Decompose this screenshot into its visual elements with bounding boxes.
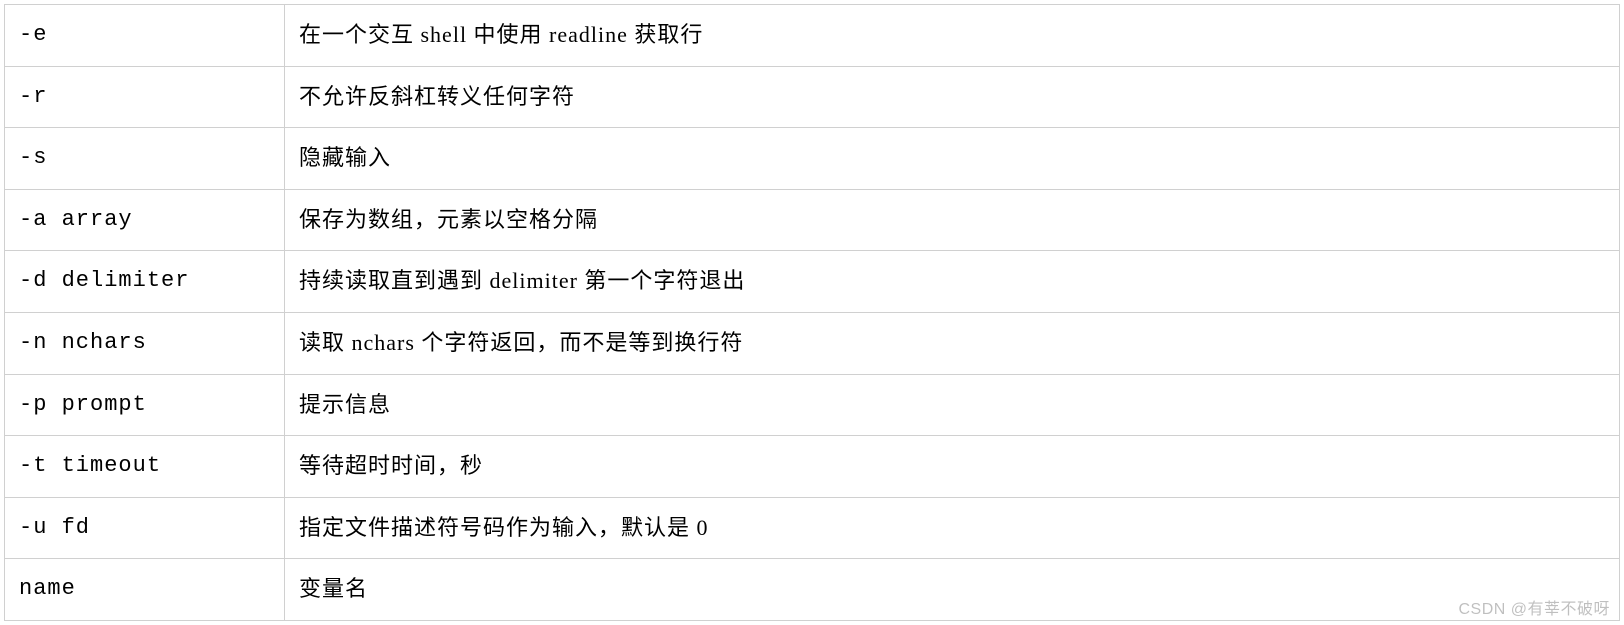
option-cell: -d delimiter (5, 251, 285, 313)
description-cell: 指定文件描述符号码作为输入，默认是 0 (285, 497, 1620, 559)
description-cell: 提示信息 (285, 374, 1620, 436)
options-table-body: -e 在一个交互 shell 中使用 readline 获取行 -r 不允许反斜… (5, 5, 1620, 621)
description-cell: 在一个交互 shell 中使用 readline 获取行 (285, 5, 1620, 67)
description-cell: 保存为数组，元素以空格分隔 (285, 189, 1620, 251)
table-row: name 变量名 (5, 559, 1620, 621)
description-cell: 不允许反斜杠转义任何字符 (285, 66, 1620, 128)
option-cell: -s (5, 128, 285, 190)
options-table: -e 在一个交互 shell 中使用 readline 获取行 -r 不允许反斜… (4, 4, 1620, 621)
option-cell: name (5, 559, 285, 621)
description-cell: 读取 nchars 个字符返回，而不是等到换行符 (285, 312, 1620, 374)
option-cell: -e (5, 5, 285, 67)
option-cell: -r (5, 66, 285, 128)
table-row: -n nchars 读取 nchars 个字符返回，而不是等到换行符 (5, 312, 1620, 374)
option-cell: -u fd (5, 497, 285, 559)
table-row: -t timeout 等待超时时间，秒 (5, 436, 1620, 498)
table-row: -d delimiter 持续读取直到遇到 delimiter 第一个字符退出 (5, 251, 1620, 313)
option-cell: -p prompt (5, 374, 285, 436)
description-cell: 隐藏输入 (285, 128, 1620, 190)
description-cell: 变量名 (285, 559, 1620, 621)
table-row: -r 不允许反斜杠转义任何字符 (5, 66, 1620, 128)
option-cell: -t timeout (5, 436, 285, 498)
table-row: -e 在一个交互 shell 中使用 readline 获取行 (5, 5, 1620, 67)
description-cell: 持续读取直到遇到 delimiter 第一个字符退出 (285, 251, 1620, 313)
watermark: CSDN @有莘不破呀 (1458, 595, 1610, 619)
table-row: -p prompt 提示信息 (5, 374, 1620, 436)
description-cell: 等待超时时间，秒 (285, 436, 1620, 498)
table-row: -s 隐藏输入 (5, 128, 1620, 190)
option-cell: -n nchars (5, 312, 285, 374)
option-cell: -a array (5, 189, 285, 251)
table-row: -a array 保存为数组，元素以空格分隔 (5, 189, 1620, 251)
table-row: -u fd 指定文件描述符号码作为输入，默认是 0 (5, 497, 1620, 559)
